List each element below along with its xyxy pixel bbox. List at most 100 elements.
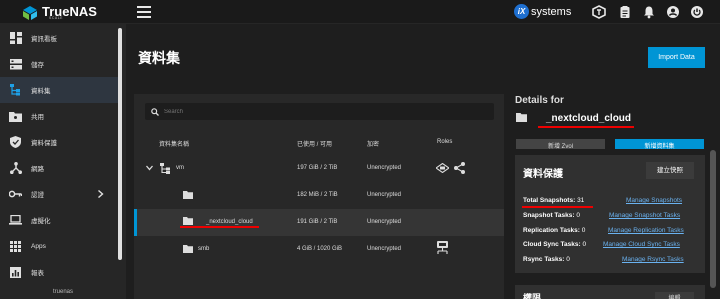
task-manager-icon[interactable] <box>618 5 632 19</box>
manage-cloud-sync-tasks-link[interactable]: Manage Cloud Sync Tasks <box>603 241 680 248</box>
brand-sub: SCALE <box>49 16 63 20</box>
search-box[interactable] <box>145 103 494 120</box>
column-header-encryption[interactable]: 加密 <box>367 139 379 148</box>
hostname: truenas <box>52 289 73 295</box>
sidebar-item-data-protection[interactable]: 資料保護 <box>0 129 118 155</box>
sidebar-item-label: 資訊看板 <box>31 36 57 43</box>
truenas-logo[interactable]: TrueNAS SCALE <box>22 4 97 21</box>
share-icon <box>454 162 465 174</box>
permissions-title: 權限 <box>523 293 542 299</box>
dataset-name: smb <box>198 246 210 252</box>
sidebar-item-label: 網路 <box>31 166 44 173</box>
column-header-roles[interactable]: Roles <box>437 139 452 145</box>
edit-permissions-button[interactable]: 編輯 <box>655 292 694 299</box>
stat-label: Snapshot Tasks: <box>523 212 575 219</box>
manage-rsync-tasks-link[interactable]: Manage Rsync Tasks <box>622 256 684 263</box>
column-header-name[interactable]: 資料集名稱 <box>159 139 189 148</box>
add-dataset-button[interactable]: 新增資料集 <box>615 139 704 149</box>
dashboard-icon <box>9 32 22 45</box>
stat-label: Total Snapshots: <box>523 197 576 204</box>
stat-label: Replication Tasks: <box>523 227 580 234</box>
sidebar-item-apps[interactable]: Apps <box>0 233 118 259</box>
key-icon <box>9 188 22 201</box>
dataset-encryption: Unencrypted <box>367 219 402 225</box>
create-snapshot-button[interactable]: 建立快照 <box>646 162 694 179</box>
red-annotation-underline <box>522 206 593 208</box>
column-header-usage[interactable]: 已使用 / 可用 <box>297 139 332 148</box>
table-row[interactable]: smb 4 GiB / 1020 GiB Unencrypted <box>134 236 504 263</box>
sidebar-item-label: 資料保護 <box>31 140 57 147</box>
truenas-logo-icon <box>23 5 37 20</box>
power-icon[interactable] <box>690 5 704 19</box>
add-zvol-button[interactable]: 新增 Zvol <box>516 139 605 149</box>
sidebar-item-reporting[interactable]: 報表 <box>0 259 118 285</box>
page-title: 資料集 <box>138 50 180 66</box>
menu-toggle-icon[interactable] <box>137 6 151 18</box>
vm-role-icon <box>436 163 449 173</box>
table-row[interactable]: 182 MiB / 2 TiB Unencrypted <box>134 182 504 209</box>
top-bar: TrueNAS SCALE iX systems <box>0 0 720 24</box>
add-zvol-label: 新增 Zvol <box>547 144 573 149</box>
red-annotation-underline <box>538 126 634 128</box>
manage-snapshot-tasks-link[interactable]: Manage Snapshot Tasks <box>609 212 680 219</box>
ixsystems-logo[interactable]: iX systems <box>514 4 571 19</box>
dataset-usage: 182 MiB / 2 TiB <box>297 192 338 198</box>
shield-icon <box>9 136 22 149</box>
apps-grid-icon <box>9 240 22 253</box>
sidebar-item-storage[interactable]: 儲存 <box>0 51 118 77</box>
sidebar-scrollbar[interactable] <box>118 28 122 260</box>
dataset-encryption: Unencrypted <box>367 246 402 252</box>
notifications-icon[interactable] <box>642 5 656 19</box>
dataset-encryption: Unencrypted <box>367 165 402 171</box>
manage-replication-tasks-link[interactable]: Manage Replication Tasks <box>608 227 684 234</box>
import-data-button[interactable]: Import Data <box>648 47 705 68</box>
stat-value: 0 <box>582 241 587 248</box>
sidebar-item-credentials[interactable]: 認證 <box>0 181 118 207</box>
network-icon <box>9 162 22 175</box>
dataset-tree-icon <box>160 163 170 174</box>
stat-value: 0 <box>576 212 580 219</box>
search-input[interactable] <box>164 108 464 115</box>
sidebar-item-label: 儲存 <box>31 62 44 69</box>
truecommand-icon[interactable] <box>592 5 606 19</box>
shares-folder-icon <box>9 110 22 123</box>
sidebar-item-label: 虛擬化 <box>31 218 51 225</box>
table-row-selected[interactable]: _nextcloud_cloud 191 GiB / 2 TiB Unencry… <box>134 209 504 236</box>
sidebar-item-label: 報表 <box>31 270 44 277</box>
details-dataset-name: _nextcloud_cloud <box>546 113 632 124</box>
stat-replication-tasks: Replication Tasks: 0 <box>523 227 585 234</box>
smb-role-icon <box>437 241 448 254</box>
ix-badge: iX <box>514 4 529 19</box>
stat-rsync-tasks: Rsync Tasks: 0 <box>523 256 570 263</box>
dataset-name: _nextcloud_cloud <box>206 219 253 225</box>
dataset-usage: 197 GiB / 2 TiB <box>297 165 338 171</box>
dataset-usage: 191 GiB / 2 TiB <box>297 219 338 225</box>
manage-snapshots-link[interactable]: Manage Snapshots <box>626 197 682 204</box>
stat-value: 31 <box>577 197 585 204</box>
sidebar-item-network[interactable]: 網路 <box>0 155 118 181</box>
stat-value: 0 <box>581 227 586 234</box>
sidebar-item-label: 認證 <box>31 192 44 199</box>
chevron-right-icon <box>98 190 104 198</box>
stat-total-snapshots: Total Snapshots: 31 <box>523 197 584 204</box>
laptop-icon <box>9 214 22 227</box>
sidebar-item-virtualization[interactable]: 虛擬化 <box>0 207 118 233</box>
details-scrollbar[interactable] <box>710 150 716 288</box>
stat-cloud-sync-tasks: Cloud Sync Tasks: 0 <box>523 241 586 248</box>
stat-snapshot-tasks: Snapshot Tasks: 0 <box>523 212 580 219</box>
sidebar-item-datasets[interactable]: 資料集 <box>0 77 118 103</box>
dataset-encryption: Unencrypted <box>367 192 402 198</box>
edit-label: 編輯 <box>668 296 681 299</box>
datasets-icon <box>9 84 22 97</box>
table-row[interactable]: vm 197 GiB / 2 TiB Unencrypted <box>134 155 504 182</box>
chevron-down-icon[interactable] <box>146 165 153 171</box>
reporting-chart-icon <box>9 266 22 279</box>
sidebar-item-dashboard[interactable]: 資訊看板 <box>0 25 118 51</box>
red-annotation-underline <box>180 226 259 228</box>
stat-value: 0 <box>566 256 570 263</box>
add-dataset-label: 新增資料集 <box>644 144 675 149</box>
sidebar-item-shares[interactable]: 共用 <box>0 103 118 129</box>
dataset-name: vm <box>176 165 184 171</box>
folder-icon <box>183 245 193 253</box>
account-icon[interactable] <box>666 5 680 19</box>
